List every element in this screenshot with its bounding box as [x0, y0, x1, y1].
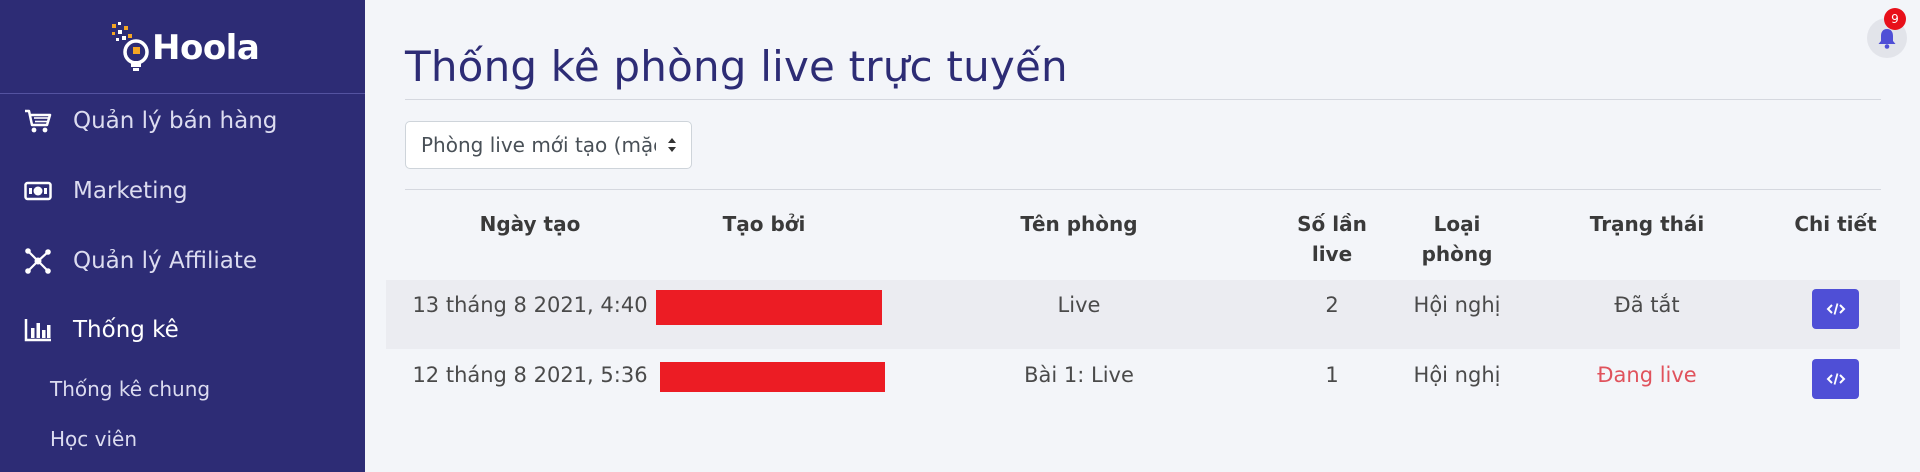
lightbulb-icon: [110, 22, 152, 74]
sort-caret-icon: [668, 138, 676, 152]
notification-count-badge: 9: [1884, 8, 1906, 30]
sidebar-item-label: Marketing: [73, 178, 188, 204]
view-detail-button[interactable]: [1812, 289, 1859, 329]
redacted-creator: [656, 290, 882, 325]
code-icon: [1826, 373, 1845, 385]
bar-chart-icon: [24, 316, 52, 344]
sidebar-item-label: Quản lý Affiliate: [73, 248, 257, 274]
column-header-room-type: Loại phòng: [1397, 209, 1517, 269]
cell-created-at: 12 tháng 8 2021, 5:36: [412, 363, 648, 387]
cell-status: Đang live: [1597, 363, 1697, 387]
sidebar-item-sales[interactable]: Quản lý bán hàng: [0, 93, 365, 149]
title-divider: [405, 99, 1881, 100]
page-title: Thống kê phòng live trực tuyến: [405, 42, 1068, 91]
column-header-room-type-line2: phòng: [1421, 242, 1493, 266]
room-filter-select[interactable]: Phòng live mới tạo (mặc định): [405, 121, 692, 169]
table-top-divider: [405, 189, 1881, 190]
column-header-detail: Chi tiết: [1794, 212, 1877, 236]
sidebar-subitem-students[interactable]: Học viên: [50, 427, 137, 451]
network-icon: [24, 247, 52, 275]
column-header-live-count: Số lần live: [1272, 209, 1392, 269]
sidebar-item-statistics[interactable]: Thống kê: [0, 302, 365, 358]
column-header-created-by: Tạo bởi: [722, 212, 806, 236]
redacted-creator: [660, 362, 885, 392]
cell-room-type: Hội nghị: [1413, 293, 1501, 317]
cart-icon: [24, 107, 52, 135]
sidebar-subitem-general-stats[interactable]: Thống kê chung: [50, 377, 210, 401]
cell-room-type: Hội nghị: [1413, 363, 1501, 387]
sidebar-item-marketing[interactable]: Marketing: [0, 163, 365, 219]
code-icon: [1826, 303, 1845, 315]
cell-status: Đã tắt: [1614, 293, 1680, 317]
column-header-status: Trạng thái: [1589, 212, 1705, 236]
sidebar-item-label: Quản lý bán hàng: [73, 108, 278, 134]
column-header-room-type-line1: Loại: [1433, 212, 1481, 236]
bell-icon: [1878, 29, 1896, 49]
cell-room-name: Bài 1: Live: [1024, 363, 1134, 387]
select-value: Phòng live mới tạo (mặc định): [421, 133, 656, 157]
sidebar-item-label: Thống kê: [73, 317, 179, 343]
column-header-created-at: Ngày tạo: [479, 212, 581, 236]
column-header-live-count-line2: live: [1311, 242, 1353, 266]
cell-live-count: 1: [1325, 363, 1339, 387]
cell-created-at: 13 tháng 8 2021, 4:40: [412, 293, 648, 317]
sidebar: Hoola Quản lý bán hàng Marketing Quản lý…: [0, 0, 365, 472]
brand-logo[interactable]: Hoola: [110, 18, 260, 78]
money-icon: [24, 177, 52, 205]
cell-room-name: Live: [1057, 293, 1101, 317]
column-header-room-name: Tên phòng: [1020, 212, 1138, 236]
sidebar-item-affiliate[interactable]: Quản lý Affiliate: [0, 233, 365, 289]
column-header-live-count-line1: Số lần: [1297, 212, 1367, 236]
brand-name: Hoola: [152, 28, 260, 68]
view-detail-button[interactable]: [1812, 359, 1859, 399]
cell-live-count: 2: [1325, 293, 1339, 317]
